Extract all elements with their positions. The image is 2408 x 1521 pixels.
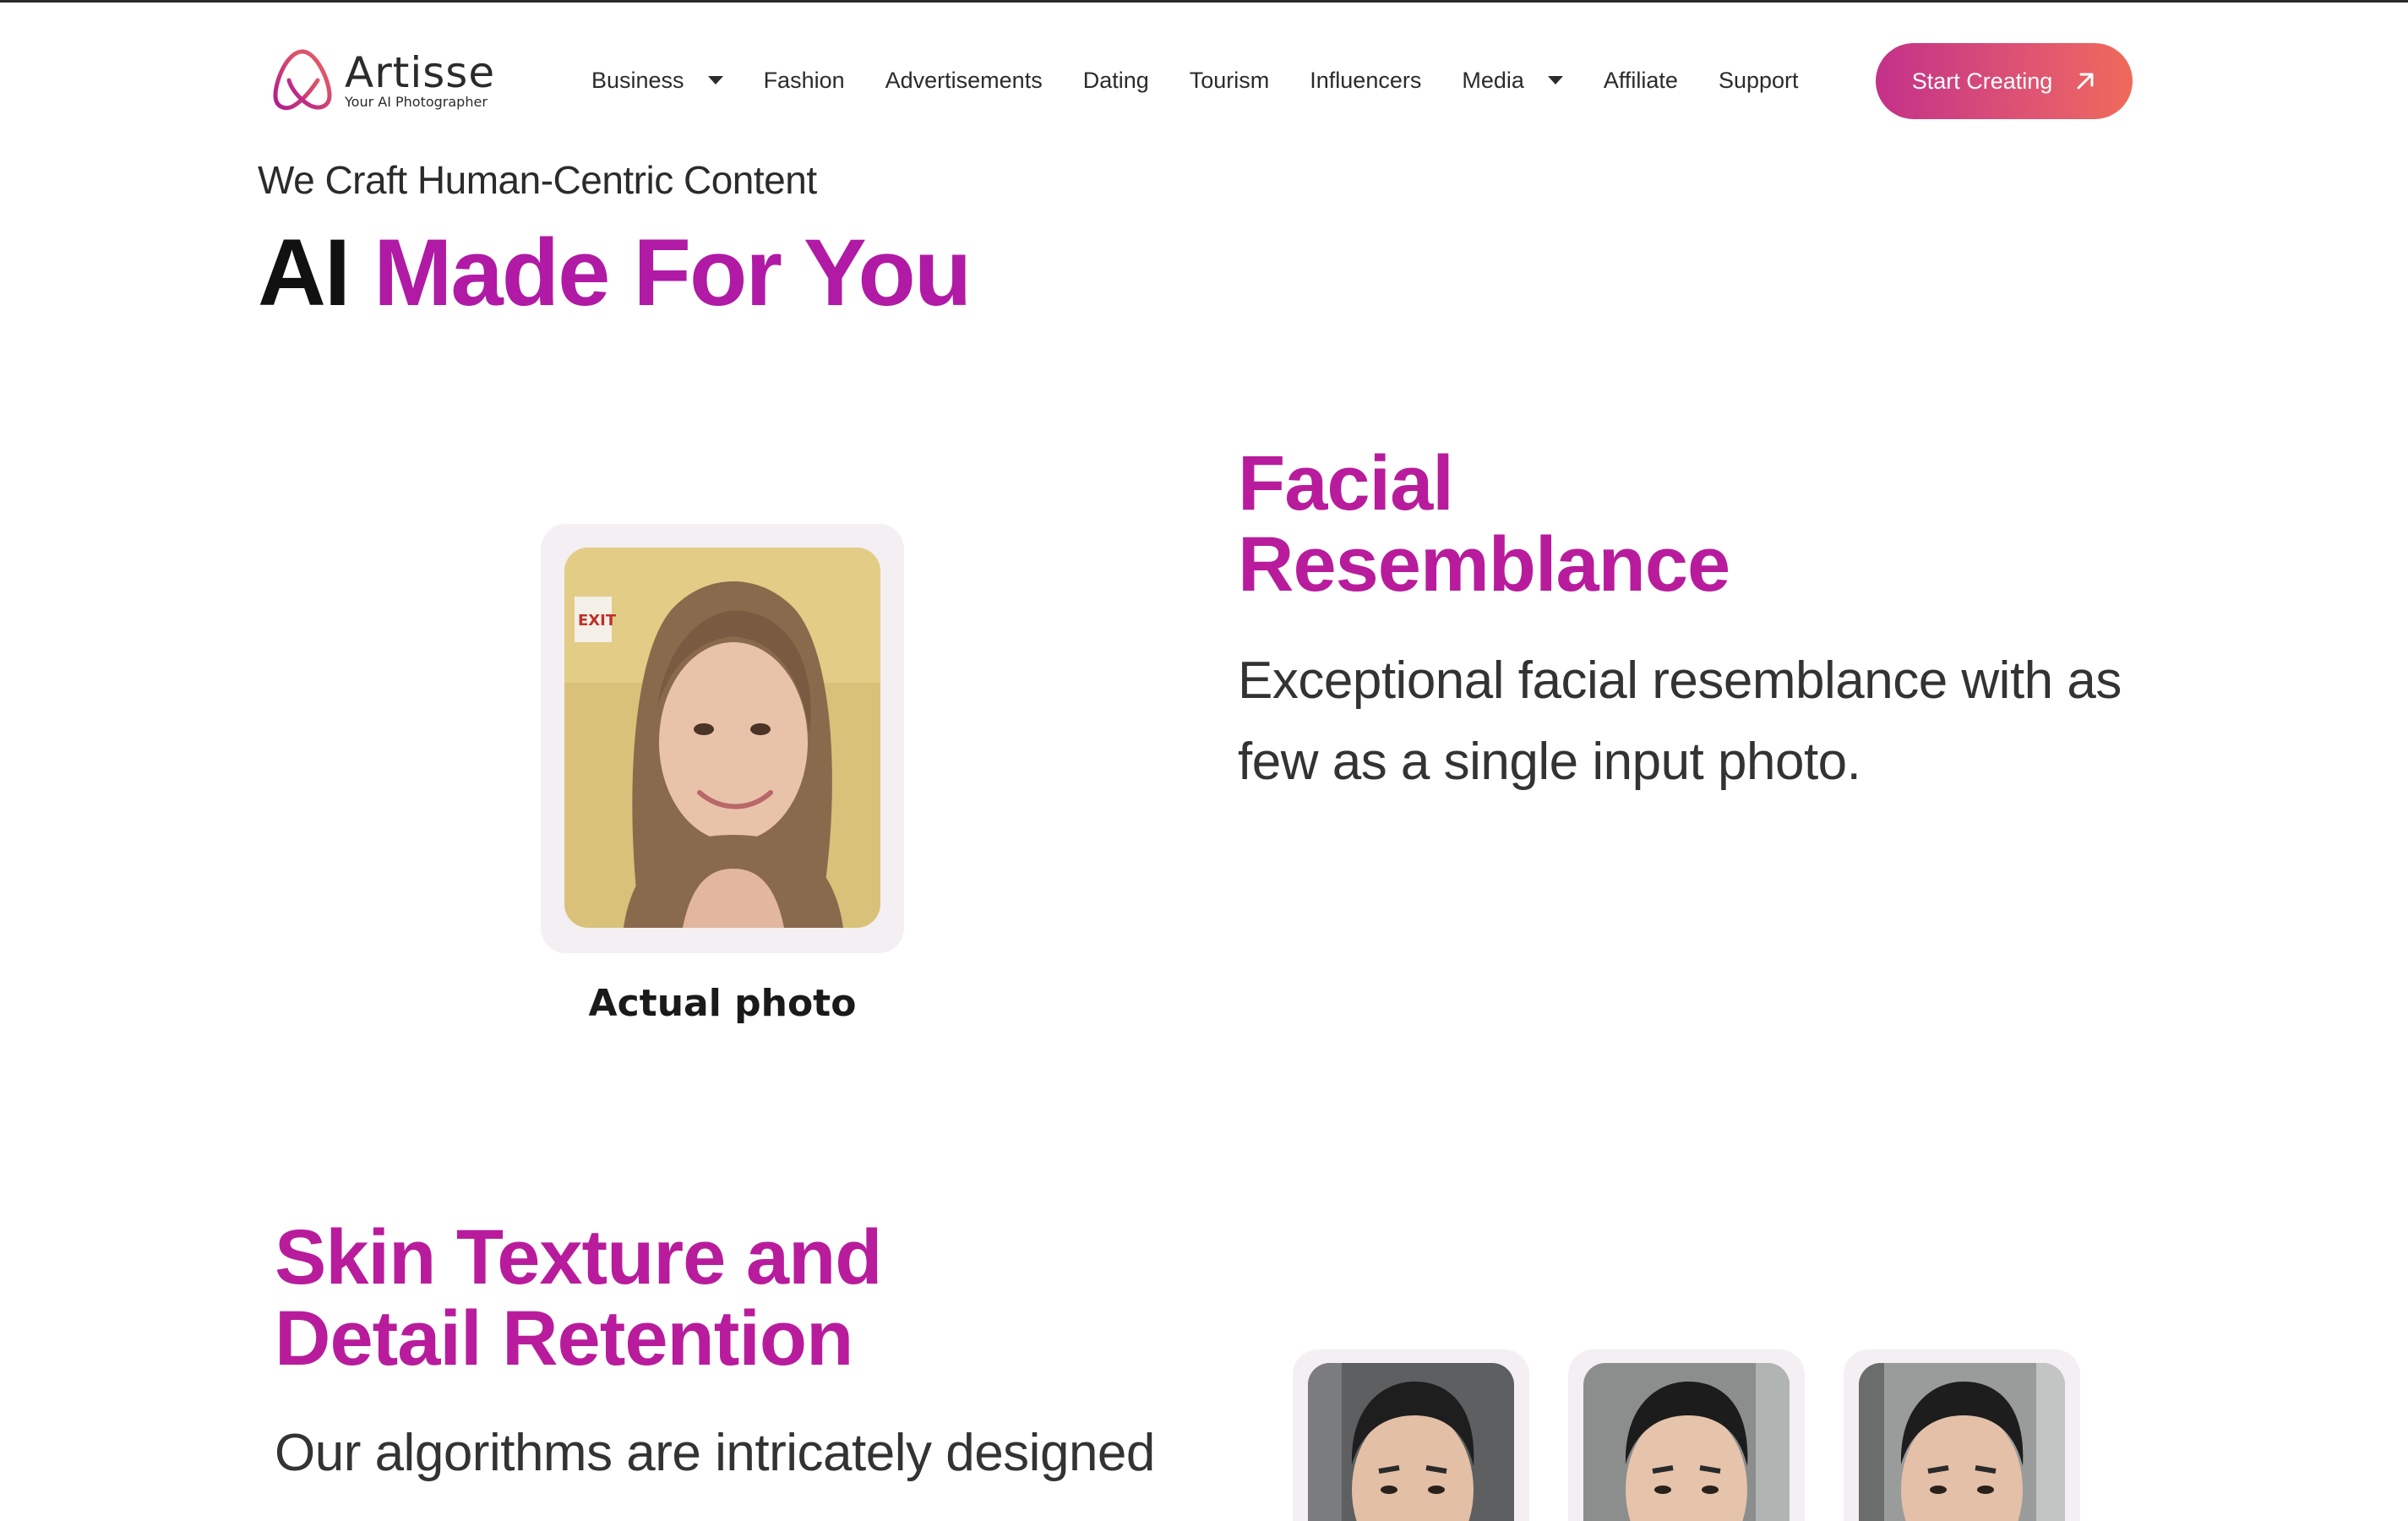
hero-tagline: We Craft Human-Centric Content — [258, 158, 817, 202]
svg-text:EXIT: EXIT — [578, 612, 617, 630]
nav-label: Business — [591, 67, 684, 93]
nav-item-support[interactable]: Support — [1719, 68, 1799, 94]
caret-down-icon — [1547, 76, 1563, 84]
arrow-up-right-icon — [2077, 73, 2094, 90]
nav-label: Support — [1718, 67, 1799, 93]
portrait-card — [1568, 1349, 1805, 1521]
feature-title-skin-texture: Skin Texture and Detail Retention — [275, 1214, 882, 1382]
feature-title-line: Resemblance — [1238, 521, 1730, 608]
photo-caption: Actual photo — [588, 982, 857, 1025]
feature-title-line: Detail Retention — [275, 1295, 853, 1382]
portrait-card — [1293, 1349, 1529, 1521]
photo-card: EXIT — [541, 524, 904, 953]
artisse-logo-icon — [273, 49, 332, 111]
nav-label: Dating — [1082, 67, 1149, 93]
feature-title-line: Skin Texture and — [275, 1214, 882, 1300]
main-nav: Business Fashion Advertisements Dating T… — [591, 3, 1839, 158]
nav-item-affiliate[interactable]: Affiliate — [1604, 68, 1678, 94]
caret-down-icon — [707, 76, 723, 84]
cta-label: Start Creating — [1911, 68, 2053, 94]
feature-description: Our algorithms are intricately designed — [275, 1424, 1155, 1482]
portrait-card — [1844, 1349, 2080, 1521]
site-header: Artisse Your AI Photographer Business Fa… — [0, 3, 2408, 155]
portrait-man-image — [1583, 1363, 1790, 1521]
nav-label: Fashion — [763, 67, 845, 93]
start-creating-button[interactable]: Start Creating — [1876, 43, 2133, 119]
nav-item-influencers[interactable]: Influencers — [1310, 68, 1421, 94]
nav-label: Affiliate — [1603, 67, 1678, 93]
nav-label: Tourism — [1189, 67, 1270, 93]
nav-item-fashion[interactable]: Fashion — [764, 68, 845, 94]
nav-item-business[interactable]: Business — [591, 68, 723, 94]
portrait-man-image — [1859, 1363, 2065, 1521]
hero-title-plain: AI — [258, 220, 351, 325]
hero-title-accent: Made For You — [373, 220, 972, 325]
logo[interactable]: Artisse Your AI Photographer — [269, 46, 495, 114]
actual-photo: EXIT — [564, 548, 880, 928]
logo-tagline: Your AI Photographer — [345, 94, 488, 110]
nav-item-media[interactable]: Media — [1462, 68, 1563, 94]
feature-title-line: Facial — [1238, 440, 1454, 526]
logo-name: Artisse — [345, 48, 496, 97]
nav-item-advertisements[interactable]: Advertisements — [885, 68, 1043, 94]
nav-item-tourism[interactable]: Tourism — [1190, 68, 1270, 94]
feature-title-facial-resemblance: Facial Resemblance — [1238, 443, 1730, 605]
feature-description: Exceptional facial resemblance with as f… — [1238, 651, 2122, 791]
nav-item-dating[interactable]: Dating — [1083, 68, 1149, 94]
nav-label: Media — [1462, 67, 1524, 93]
nav-label: Advertisements — [885, 67, 1043, 93]
nav-label: Influencers — [1310, 67, 1422, 93]
portrait-woman-image: EXIT — [564, 548, 880, 928]
hero-title: AI Made For You — [258, 218, 972, 327]
portrait-man-image — [1308, 1363, 1514, 1521]
